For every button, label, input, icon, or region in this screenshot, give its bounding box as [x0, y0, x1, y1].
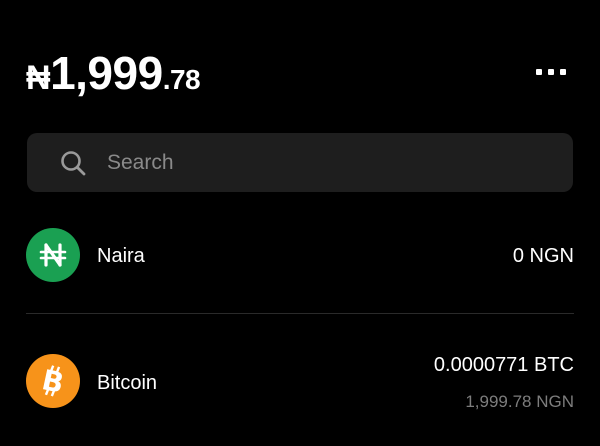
search-input[interactable] [105, 149, 529, 176]
asset-name: Naira [97, 245, 145, 267]
search-icon [59, 149, 87, 177]
asset-row-naira[interactable]: Naira 0 NGN [26, 228, 574, 284]
balance-currency-symbol: ₦ [26, 59, 51, 97]
asset-fiat-value: 1,999.78 NGN [465, 392, 574, 411]
list-divider [26, 313, 574, 314]
wallet-header: ₦ 1,999 .78 [26, 46, 574, 102]
more-horizontal-icon [548, 69, 554, 75]
asset-name: Bitcoin [97, 372, 158, 394]
bitcoin-icon: B [26, 354, 80, 408]
total-balance: ₦ 1,999 .78 [26, 46, 201, 100]
more-horizontal-icon [560, 69, 566, 75]
balance-main-amount: 1,999 [50, 47, 163, 99]
asset-row-bitcoin[interactable]: B Bitcoin 0.0000771 BTC 1,999.78 NGN [26, 350, 574, 411]
balance-decimal-amount: .78 [162, 64, 201, 95]
asset-amount: 0.0000771 BTC [433, 354, 574, 376]
search-bar[interactable] [27, 133, 573, 192]
more-options-button[interactable] [536, 62, 566, 82]
naira-icon [26, 228, 80, 282]
more-horizontal-icon [536, 69, 542, 75]
asset-amount: 0 NGN [512, 245, 574, 267]
